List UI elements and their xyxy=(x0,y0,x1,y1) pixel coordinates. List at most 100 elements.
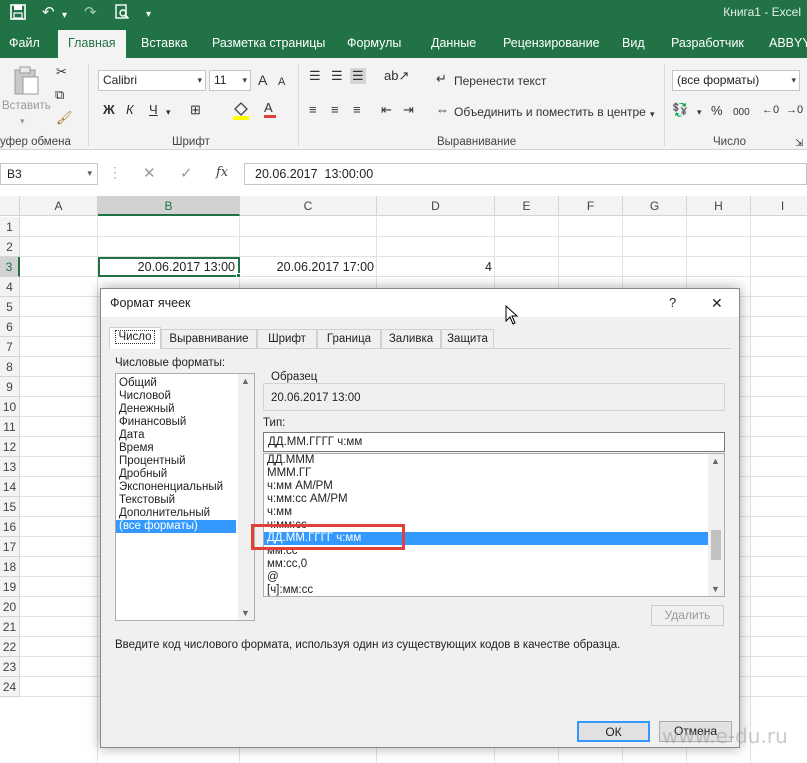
row-header[interactable]: 11 xyxy=(0,417,20,437)
number-format-combo[interactable]: (все форматы) ▾ xyxy=(672,70,800,91)
category-list[interactable]: Общий Числовой Денежный Финансовый Дата Время… xyxy=(115,373,255,621)
tab-view[interactable]: Вид xyxy=(622,28,645,58)
align-right-icon[interactable]: ≡ xyxy=(353,102,361,118)
tab-data[interactable]: Данные xyxy=(431,28,476,58)
chevron-down-icon[interactable]: ▾ xyxy=(697,104,702,120)
scroll-down-icon[interactable]: ▼ xyxy=(241,608,250,618)
font-name-combo[interactable]: Calibri ▾ xyxy=(98,70,206,91)
tab-file[interactable]: Файл xyxy=(9,28,40,58)
paste-icon[interactable] xyxy=(12,66,40,99)
orientation-icon[interactable]: ab↗ xyxy=(384,68,409,84)
row-header[interactable]: 21 xyxy=(0,617,20,637)
tab-fill[interactable]: Заливка xyxy=(381,329,441,348)
scroll-up-icon[interactable]: ▲ xyxy=(711,456,720,466)
type-scrollbar[interactable]: ▲ ▼ xyxy=(708,454,724,596)
category-item[interactable]: Экспоненциальный xyxy=(116,481,254,494)
row-header[interactable]: 7 xyxy=(0,337,20,357)
percent-format-button[interactable]: % xyxy=(711,103,723,119)
increase-indent-icon[interactable]: ⇥ xyxy=(403,102,414,118)
type-item[interactable]: ч:мм xyxy=(264,506,724,519)
column-header-c[interactable]: C xyxy=(240,196,377,216)
row-header[interactable]: 1 xyxy=(0,217,20,237)
category-item[interactable]: Денежный xyxy=(116,403,254,416)
row-header[interactable]: 17 xyxy=(0,537,20,557)
close-button[interactable]: ✕ xyxy=(711,289,723,317)
row-header[interactable]: 20 xyxy=(0,597,20,617)
category-item[interactable]: Финансовый xyxy=(116,416,254,429)
row-header[interactable]: 10 xyxy=(0,397,20,417)
currency-format-icon[interactable]: 💱 xyxy=(672,102,688,118)
paste-button[interactable]: Вставить xyxy=(2,100,51,112)
wrap-text-button[interactable]: Перенести текст xyxy=(454,73,546,89)
category-item[interactable]: (все форматы) xyxy=(116,520,236,533)
type-item[interactable]: МММ.ГГ xyxy=(264,467,724,480)
row-header[interactable]: 16 xyxy=(0,517,20,537)
formula-input[interactable]: 20.06.2017 13:00:00 xyxy=(244,163,807,185)
tab-formulas[interactable]: Формулы xyxy=(347,28,401,58)
ok-button[interactable]: ОК xyxy=(577,721,650,742)
row-header[interactable]: 5 xyxy=(0,297,20,317)
row-header[interactable]: 15 xyxy=(0,497,20,517)
paste-dropdown-icon[interactable]: ▾ xyxy=(20,116,25,127)
column-header-g[interactable]: G xyxy=(623,196,687,216)
merge-center-button[interactable]: Объединить и поместить в центре xyxy=(454,104,646,120)
category-scrollbar[interactable]: ▲ ▼ xyxy=(238,374,254,620)
category-item[interactable]: Время xyxy=(116,442,254,455)
borders-icon[interactable]: ⊞ xyxy=(190,102,201,118)
cell-b3[interactable]: 20.06.2017 13:00 xyxy=(98,257,240,277)
type-input[interactable]: ДД.ММ.ГГГГ ч:мм xyxy=(263,432,725,452)
bold-button[interactable]: Ж xyxy=(103,102,115,118)
tab-number[interactable]: Число xyxy=(109,327,161,349)
print-preview-icon[interactable] xyxy=(114,4,130,25)
tab-page-layout[interactable]: Разметка страницы xyxy=(212,28,325,58)
column-header-b[interactable]: B xyxy=(98,196,240,216)
row-header[interactable]: 23 xyxy=(0,657,20,677)
category-item[interactable]: Дополнительный xyxy=(116,507,254,520)
insert-function-button[interactable]: fx xyxy=(216,165,228,180)
grow-font-button[interactable]: A xyxy=(258,72,267,88)
tab-font[interactable]: Шрифт xyxy=(257,329,317,348)
fill-color-icon[interactable] xyxy=(232,100,250,124)
scroll-down-icon[interactable]: ▼ xyxy=(711,584,720,594)
shrink-font-button[interactable]: A xyxy=(278,74,285,90)
italic-button[interactable]: К xyxy=(126,102,134,118)
font-color-icon[interactable]: A xyxy=(264,100,276,118)
dialog-title-bar[interactable]: Формат ячеек ? ✕ xyxy=(101,289,739,317)
category-item[interactable]: Дробный xyxy=(116,468,254,481)
help-button[interactable]: ? xyxy=(669,289,676,317)
decrease-indent-icon[interactable]: ⇤ xyxy=(381,102,392,118)
thousands-separator-button[interactable]: 000 xyxy=(733,105,750,121)
tab-border[interactable]: Граница xyxy=(317,329,381,348)
align-bottom-icon[interactable]: ☰ xyxy=(350,68,366,84)
chevron-down-icon[interactable]: ▾ xyxy=(87,168,92,179)
select-all-corner[interactable] xyxy=(0,196,20,216)
cell-d3[interactable]: 4 xyxy=(377,257,495,277)
row-header[interactable]: 6 xyxy=(0,317,20,337)
type-item[interactable]: ч:мм:сс AM/PM xyxy=(264,493,724,506)
redo-icon[interactable]: ↷ xyxy=(84,4,97,22)
row-header[interactable]: 13 xyxy=(0,457,20,477)
row-header[interactable]: 3 xyxy=(0,257,20,277)
row-header[interactable]: 8 xyxy=(0,357,20,377)
type-item[interactable]: @ xyxy=(264,571,724,584)
category-item[interactable]: Дата xyxy=(116,429,254,442)
column-header-h[interactable]: H xyxy=(687,196,751,216)
font-size-combo[interactable]: 11 ▾ xyxy=(209,70,251,91)
customize-icon[interactable]: ▾ xyxy=(146,6,151,24)
column-header-f[interactable]: F xyxy=(559,196,623,216)
undo-dropdown-icon[interactable]: ▾ xyxy=(62,7,67,25)
column-header-d[interactable]: D xyxy=(377,196,495,216)
row-header[interactable]: 14 xyxy=(0,477,20,497)
name-box[interactable]: B3 ▾ xyxy=(0,163,98,185)
type-item[interactable]: мм:сс,0 xyxy=(264,558,724,571)
confirm-entry-icon[interactable]: ✓ xyxy=(180,164,193,182)
align-left-icon[interactable]: ≡ xyxy=(309,102,317,118)
type-item[interactable]: [ч]:мм:сс xyxy=(264,584,724,596)
row-header[interactable]: 2 xyxy=(0,237,20,257)
type-item[interactable]: ДД.МММ xyxy=(264,454,724,467)
increase-decimal-icon[interactable]: ←0 xyxy=(762,102,779,118)
category-item[interactable]: Процентный xyxy=(116,455,254,468)
column-header-i[interactable]: I xyxy=(751,196,807,216)
align-middle-icon[interactable]: ☰ xyxy=(331,68,343,84)
align-center-icon[interactable]: ≡ xyxy=(331,102,339,118)
